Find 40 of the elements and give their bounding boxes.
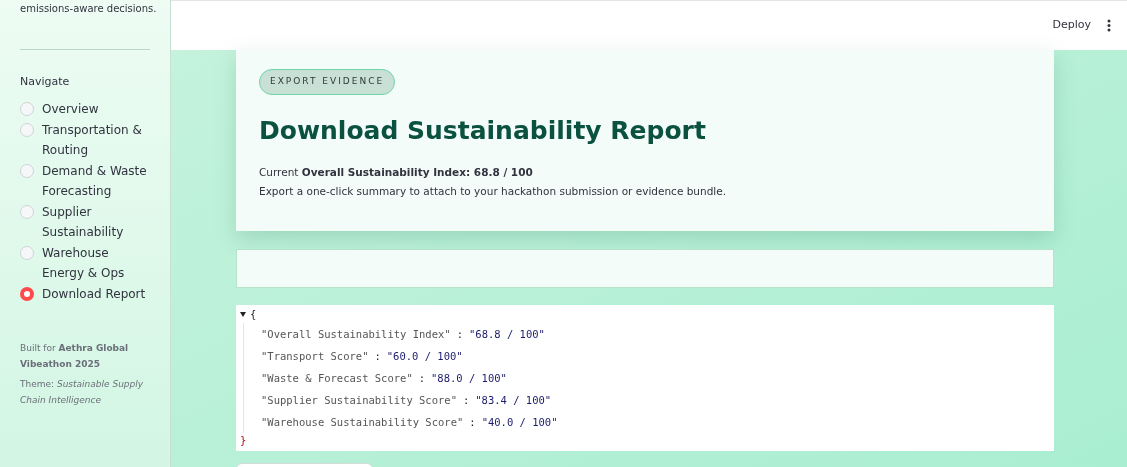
json-separator: :: [462, 392, 470, 408]
nav-radio-item[interactable]: Demand & Waste Forecasting: [20, 160, 150, 201]
collapse-toggle-icon[interactable]: [240, 312, 246, 318]
radio-icon: [20, 163, 34, 178]
json-value: "60.0 / 100": [386, 348, 463, 364]
sidebar-footer-text: Built for Aethra Global Vibeathon 2025: [20, 341, 130, 371]
json-key: "Supplier Sustainability Score": [261, 388, 457, 411]
radio-icon: [20, 204, 34, 219]
more-menu-icon[interactable]: [1107, 19, 1111, 32]
nav-radio-item[interactable]: Supplier Sustainability: [20, 201, 150, 242]
json-value: "40.0 / 100": [481, 414, 558, 430]
radio-icon: [20, 245, 34, 260]
section-tag: EXPORT EVIDENCE: [259, 69, 396, 95]
json-value: "83.4 / 100": [475, 392, 552, 408]
json-key: "Overall Sustainability Index": [261, 322, 451, 345]
nav-radio-item[interactable]: Overview: [20, 98, 150, 119]
nav-label: Navigate: [20, 74, 71, 90]
nav-radio-item[interactable]: Transportation & Routing: [20, 119, 150, 160]
deploy-button[interactable]: Deploy: [1052, 17, 1091, 34]
nav-radio-item[interactable]: Download Report: [20, 283, 150, 304]
radio-icon: [20, 101, 34, 116]
json-key: "Waste & Forecast Score": [261, 366, 413, 389]
card-description: Export a one-click summary to attach to your hackathon submission or evidence bundle.: [259, 184, 727, 199]
sidebar-intro: emissions-aware decisions.: [20, 2, 157, 16]
radio-icon: [20, 122, 34, 137]
json-separator: :: [374, 348, 381, 364]
json-separator: :: [456, 326, 463, 342]
nav-radio-item[interactable]: Warehouse Energy & Ops: [20, 242, 150, 283]
card-description: Current Overall Sustainability Index: 68.8 / 100: [259, 165, 533, 180]
radio-icon: [20, 286, 34, 301]
json-separator: :: [418, 370, 426, 386]
json-value: "68.8 / 100": [469, 326, 545, 342]
json-key: "Warehouse Sustainability Score": [261, 410, 464, 433]
json-key: "Transport Score": [261, 344, 369, 367]
json-brace: }: [240, 433, 247, 446]
json-separator: :: [469, 414, 476, 430]
page-title: Download Sustainability Report: [259, 114, 706, 147]
sidebar-footer-text: Theme: Sustainable Supply Chain Intelligence: [20, 377, 145, 407]
json-value: "88.0 / 100": [431, 370, 507, 386]
json-brace: {: [250, 307, 257, 322]
